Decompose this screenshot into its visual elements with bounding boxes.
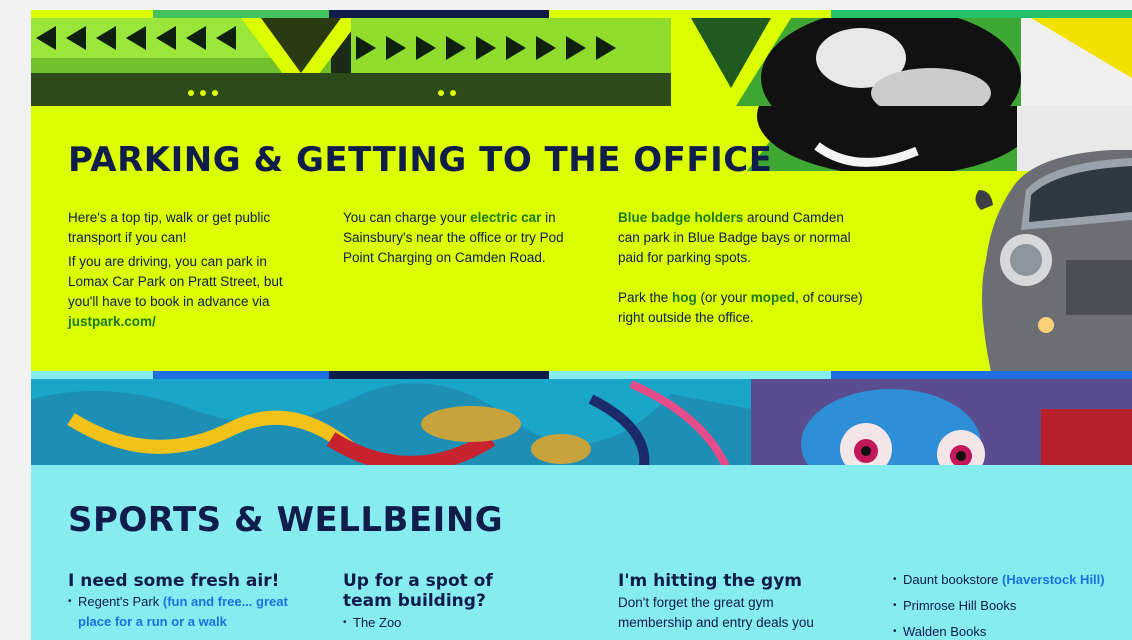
daunt-location: (Haverstock Hill) bbox=[1002, 572, 1105, 587]
graffiti-art-image bbox=[31, 18, 1132, 114]
section-divider-bar bbox=[31, 371, 1132, 379]
hog-pre-text: Park the bbox=[618, 290, 673, 305]
page-canvas: PARKING & GETTING TO THE OFFICE Here's a… bbox=[31, 10, 1132, 640]
regents-park-text: Regent's Park bbox=[78, 594, 163, 609]
parking-title: PARKING & GETTING TO THE OFFICE bbox=[68, 140, 773, 180]
gym-text: Don't forget the great gym membership an… bbox=[618, 595, 814, 630]
electric-car-highlight: electric car bbox=[470, 210, 542, 225]
hog-highlight: hog bbox=[672, 290, 697, 305]
moped-highlight: moped bbox=[750, 290, 796, 305]
hog-info: Park the hog (or your moped, of course) … bbox=[618, 288, 868, 328]
gym-heading: I'm hitting the gym bbox=[618, 571, 803, 591]
blue-badge-highlight: Blue badge holders bbox=[618, 210, 744, 225]
driving-text: If you are driving, you can park in Loma… bbox=[68, 254, 283, 309]
bookstore-list: Daunt bookstore (Haverstock Hill) Primro… bbox=[893, 567, 1132, 640]
top-color-bar bbox=[31, 10, 1132, 18]
car-image bbox=[975, 150, 1132, 372]
transport-tip: Here's a top tip, walk or get public tra… bbox=[68, 210, 271, 245]
sports-title: SPORTS & WELLBEING bbox=[68, 500, 504, 540]
parking-col-bluebadge: Blue badge holders around Camden can par… bbox=[618, 208, 868, 332]
list-item: Primrose Hill Books bbox=[893, 593, 1132, 619]
fresh-air-heading: I need some fresh air! bbox=[68, 571, 280, 591]
hog-mid-text: (or your bbox=[696, 290, 751, 305]
team-building-heading: Up for a spot of team building? bbox=[343, 571, 493, 611]
list-item: Daunt bookstore (Haverstock Hill) bbox=[893, 567, 1132, 593]
parking-col-electric: You can charge your electric car in Sain… bbox=[343, 208, 578, 272]
team-building-list: The Zoo bbox=[343, 613, 573, 633]
list-item: Regent's Park (fun and free... great pla… bbox=[68, 592, 308, 632]
justpark-link[interactable]: justpark.com/ bbox=[68, 314, 156, 329]
parking-col-transport: Here's a top tip, walk or get public tra… bbox=[68, 208, 308, 336]
list-item: Walden Books bbox=[893, 619, 1132, 640]
fresh-air-list: Regent's Park (fun and free... great pla… bbox=[68, 592, 308, 632]
electric-pre-text: You can charge your bbox=[343, 210, 471, 225]
list-item: The Zoo bbox=[343, 613, 573, 633]
graffiti-banner-parking bbox=[31, 18, 1132, 114]
blue-badge-info: Blue badge holders around Camden can par… bbox=[618, 208, 868, 268]
daunt-text: Daunt bookstore bbox=[903, 572, 1003, 587]
electric-info: You can charge your electric car in Sain… bbox=[343, 208, 578, 268]
driving-info: If you are driving, you can park in Loma… bbox=[68, 252, 308, 332]
